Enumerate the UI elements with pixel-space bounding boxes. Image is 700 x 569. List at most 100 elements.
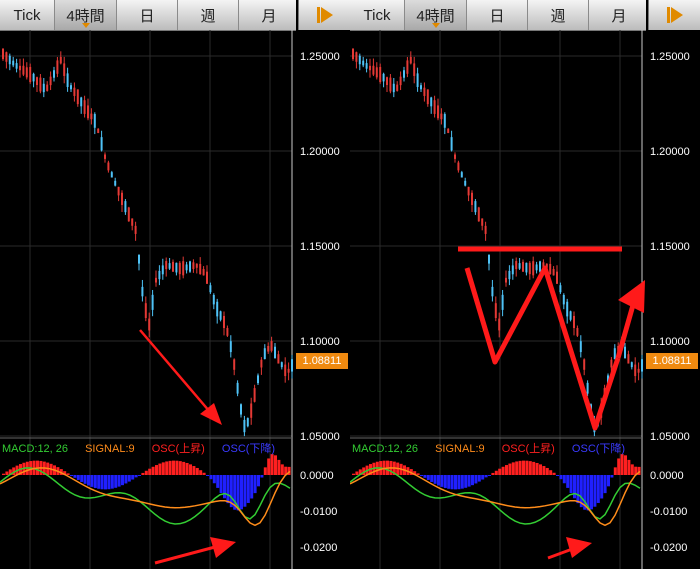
play-button[interactable] <box>298 0 350 30</box>
osc-bar <box>467 475 471 487</box>
osc-bar <box>484 475 488 478</box>
candle-body <box>549 263 552 275</box>
osc-bar <box>447 475 451 489</box>
candle-body <box>498 318 501 331</box>
candle-body <box>535 264 538 271</box>
tab-week[interactable]: 週 <box>528 0 589 30</box>
osc-bar <box>433 475 437 484</box>
candle-body <box>223 315 225 329</box>
price-tick-label: 1.15000 <box>300 241 340 253</box>
candle-body <box>471 192 473 205</box>
candle-body <box>379 66 382 83</box>
candle-body <box>375 67 378 78</box>
osc-bar <box>148 468 152 475</box>
candle-body <box>66 73 69 87</box>
candle-body <box>263 348 266 360</box>
legend-osc-down: OSC(下降) <box>221 443 276 455</box>
candle-body <box>443 114 446 128</box>
chart-pane-left: Tick 4時間 日 週 月 1.25000 1.20000 1.15000 1.10… <box>0 0 350 569</box>
candle-body <box>189 261 191 272</box>
osc-bar <box>73 475 77 478</box>
candle-body <box>382 73 385 82</box>
candle-body <box>121 192 123 205</box>
candle-body <box>110 172 113 178</box>
osc-bar <box>178 461 182 475</box>
macd-signal-lines <box>0 467 291 527</box>
candle-body <box>144 303 147 319</box>
candle-body <box>253 388 256 402</box>
oscillator-histogram <box>352 454 641 511</box>
osc-bar <box>600 475 604 499</box>
osc-bar <box>161 462 165 475</box>
price-axis: 1.25000 1.20000 1.15000 1.10000 1.05000 <box>300 51 340 443</box>
candle-body <box>206 271 208 284</box>
candle-body <box>202 269 205 276</box>
oscillator-axis: 0.0000 -0.0100 -0.0200 <box>650 470 687 554</box>
tab-tick[interactable]: Tick <box>0 0 55 30</box>
osc-bar <box>416 473 420 475</box>
tab-month[interactable]: 月 <box>589 0 649 30</box>
candle-body <box>576 327 579 336</box>
candle-body <box>372 65 375 75</box>
candlesticks <box>352 47 643 437</box>
candle-body <box>158 270 161 280</box>
osc-bar <box>562 475 566 484</box>
candle-body <box>494 303 497 319</box>
candle-body <box>90 113 93 120</box>
legend-signal: SIGNAL:9 <box>435 443 485 455</box>
osc-bar <box>107 475 111 490</box>
osc-bar <box>131 475 135 480</box>
double-bottom-w <box>464 265 621 431</box>
tab-tick[interactable]: Tick <box>350 0 405 30</box>
osc-bar <box>277 459 281 475</box>
tab-4-hours[interactable]: 4時間 <box>55 0 117 30</box>
osc-bar <box>624 455 627 475</box>
candle-body <box>627 354 630 364</box>
candle-body <box>97 128 100 133</box>
candle-body <box>634 364 637 377</box>
tab-day[interactable]: 日 <box>467 0 528 30</box>
osc-bar <box>620 454 624 475</box>
candle-body <box>70 85 72 90</box>
candle-body <box>212 294 215 305</box>
candle-body <box>447 128 450 133</box>
candle-body <box>562 294 565 305</box>
play-icon <box>317 7 333 23</box>
candle-body <box>484 225 487 234</box>
osc-bar <box>518 460 522 475</box>
osc-bar <box>127 475 131 482</box>
candle-body <box>556 271 558 284</box>
osc-bar <box>270 454 274 475</box>
osc-bar <box>590 475 593 510</box>
price-tick-label: 1.15000 <box>650 241 690 253</box>
osc-bar <box>545 467 549 475</box>
osc-bar <box>352 473 355 475</box>
osc-tick-label: -0.0200 <box>300 542 337 554</box>
candle-body <box>49 76 52 86</box>
osc-bar <box>114 475 118 488</box>
candle-body <box>460 172 463 178</box>
osc-bar <box>443 475 447 488</box>
tab-day[interactable]: 日 <box>117 0 178 30</box>
osc-bar <box>593 475 597 507</box>
candle-body <box>467 186 470 196</box>
osc-bar <box>522 460 525 475</box>
legend-signal: SIGNAL:9 <box>85 443 135 455</box>
osc-bar <box>280 464 284 475</box>
candle-body <box>172 261 174 272</box>
candle-body <box>552 269 555 276</box>
candle-body <box>457 162 460 171</box>
osc-bar <box>250 475 254 499</box>
osc-bar <box>501 466 505 475</box>
play-button[interactable] <box>648 0 700 30</box>
tab-4-hours[interactable]: 4時間 <box>405 0 467 30</box>
osc-bar <box>566 475 570 488</box>
candle-body <box>36 77 38 85</box>
play-icon <box>667 7 683 23</box>
tab-week[interactable]: 週 <box>178 0 239 30</box>
candle-body <box>219 311 222 320</box>
candle-body <box>440 113 443 120</box>
tab-month[interactable]: 月 <box>239 0 299 30</box>
osc-bar <box>66 473 70 475</box>
candle-body <box>46 84 49 91</box>
